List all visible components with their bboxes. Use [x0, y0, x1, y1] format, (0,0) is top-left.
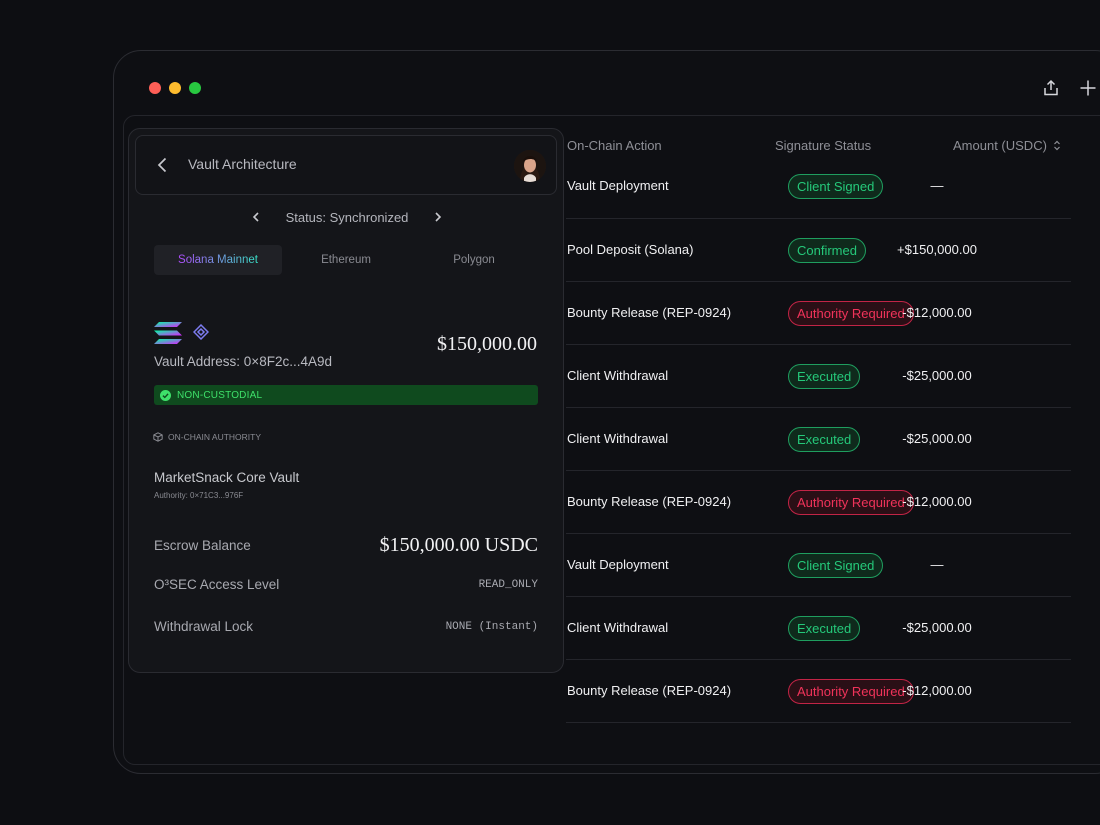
network-tabs: Solana Mainnet Ethereum Polygon [154, 245, 538, 275]
column-header-amount[interactable]: Amount (USDC) [953, 138, 1061, 153]
chevron-right-icon[interactable] [432, 211, 444, 223]
back-button[interactable] [154, 156, 172, 174]
cell-action: Client Withdrawal [567, 368, 669, 383]
close-window-button[interactable] [149, 82, 161, 94]
vault-name: MarketSnack Core Vault [154, 470, 300, 485]
check-circle-icon [160, 389, 171, 401]
access-level-value: READ_ONLY [478, 578, 538, 591]
vault-authority: Authority: 0×71C3...976F [154, 491, 244, 500]
cell-action: Bounty Release (REP-0924) [567, 305, 732, 320]
table-row[interactable]: Client Withdrawal Executed -$25,000.00 [566, 597, 1071, 660]
status-badge: Confirmed [788, 237, 866, 263]
avatar[interactable] [514, 150, 546, 182]
chevron-left-icon[interactable] [250, 211, 262, 223]
status-badge: Executed [788, 363, 861, 389]
escrow-balance-value: $150,000.00 USDC [379, 534, 538, 556]
maximize-window-button[interactable] [189, 82, 201, 94]
withdrawal-lock-label: Withdrawal Lock [154, 619, 254, 634]
cell-action: Pool Deposit (Solana) [567, 242, 694, 257]
cube-icon [153, 432, 163, 442]
table-row[interactable]: Bounty Release (REP-0924) Authority Requi… [566, 282, 1071, 345]
table-row[interactable]: Pool Deposit (Solana) Confirmed +$150,000.… [566, 219, 1071, 282]
table-row[interactable]: Bounty Release (REP-0924) Authority Requi… [566, 471, 1071, 534]
access-level-label: O³SEC Access Level [154, 577, 280, 592]
sort-icon[interactable] [1053, 140, 1061, 151]
cell-amount: -$12,000.00 [902, 683, 972, 698]
share-button[interactable] [1040, 77, 1062, 99]
cell-amount: +$150,000.00 [897, 242, 977, 257]
share-icon [1044, 79, 1058, 96]
vault-address: Vault Address: 0×8F2c...4A9d [154, 354, 332, 369]
add-button[interactable] [1077, 77, 1099, 99]
cell-amount: — [930, 178, 944, 193]
table-row[interactable]: Client Withdrawal Executed -$25,000.00 [566, 345, 1071, 408]
authority-section-label: ON-CHAIN AUTHORITY [153, 432, 261, 442]
table-row[interactable]: Bounty Release (REP-0924) Authority Requi… [566, 660, 1071, 723]
avatar-image [514, 150, 546, 182]
cell-amount: -$25,000.00 [902, 620, 972, 635]
withdrawal-lock-row: Withdrawal Lock NONE (Instant) [154, 619, 538, 634]
vault-amount: $150,000.00 [437, 333, 537, 355]
chain-link-icon [193, 324, 209, 340]
non-custodial-badge: NON-CUSTODIAL [154, 385, 538, 405]
cell-amount: -$25,000.00 [902, 431, 972, 446]
cell-action: Client Withdrawal [567, 620, 669, 635]
status-badge: Executed [788, 615, 861, 641]
table-row[interactable]: Vault Deployment Client Signed — [566, 534, 1071, 597]
cell-action: Vault Deployment [567, 178, 669, 193]
column-header-status[interactable]: Signature Status [775, 138, 871, 153]
column-header-action[interactable]: On-Chain Action [567, 138, 662, 153]
withdrawal-lock-value: NONE (Instant) [445, 620, 538, 633]
cell-action: Bounty Release (REP-0924) [567, 683, 732, 698]
cell-action: Bounty Release (REP-0924) [567, 494, 732, 509]
panel-header: Vault Architecture [135, 135, 557, 195]
escrow-balance-label: Escrow Balance [154, 538, 251, 553]
cell-amount: -$12,000.00 [902, 494, 972, 509]
cell-action: Vault Deployment [567, 557, 669, 572]
status-badge: Client Signed [788, 552, 884, 578]
tab-ethereum[interactable]: Ethereum [282, 245, 410, 275]
status-text: Status: Synchronized [285, 209, 409, 225]
cell-amount: -$25,000.00 [902, 368, 972, 383]
panel-title: Vault Architecture [188, 156, 297, 172]
solana-logo-icon [154, 322, 182, 344]
minimize-window-button[interactable] [169, 82, 181, 94]
table-row[interactable]: Client Withdrawal Executed -$25,000.00 [566, 408, 1071, 471]
chevron-left-icon [157, 157, 167, 173]
cell-action: Client Withdrawal [567, 431, 669, 446]
escrow-balance-row: Escrow Balance $150,000.00 USDC [154, 534, 538, 557]
table-row[interactable]: Vault Deployment Client Signed — [566, 156, 1071, 219]
vault-panel: Vault Architecture Status: Synchronized … [128, 128, 564, 673]
cell-amount: -$12,000.00 [902, 305, 972, 320]
status-row: Status: Synchronized [129, 207, 565, 227]
status-badge: Client Signed [788, 173, 884, 199]
status-badge: Executed [788, 426, 861, 452]
tab-solana-mainnet[interactable]: Solana Mainnet [154, 245, 282, 275]
access-level-row: O³SEC Access Level READ_ONLY [154, 577, 538, 592]
cell-amount: — [930, 557, 944, 572]
window-controls [149, 82, 201, 94]
plus-icon [1080, 80, 1096, 96]
tab-polygon[interactable]: Polygon [410, 245, 538, 275]
